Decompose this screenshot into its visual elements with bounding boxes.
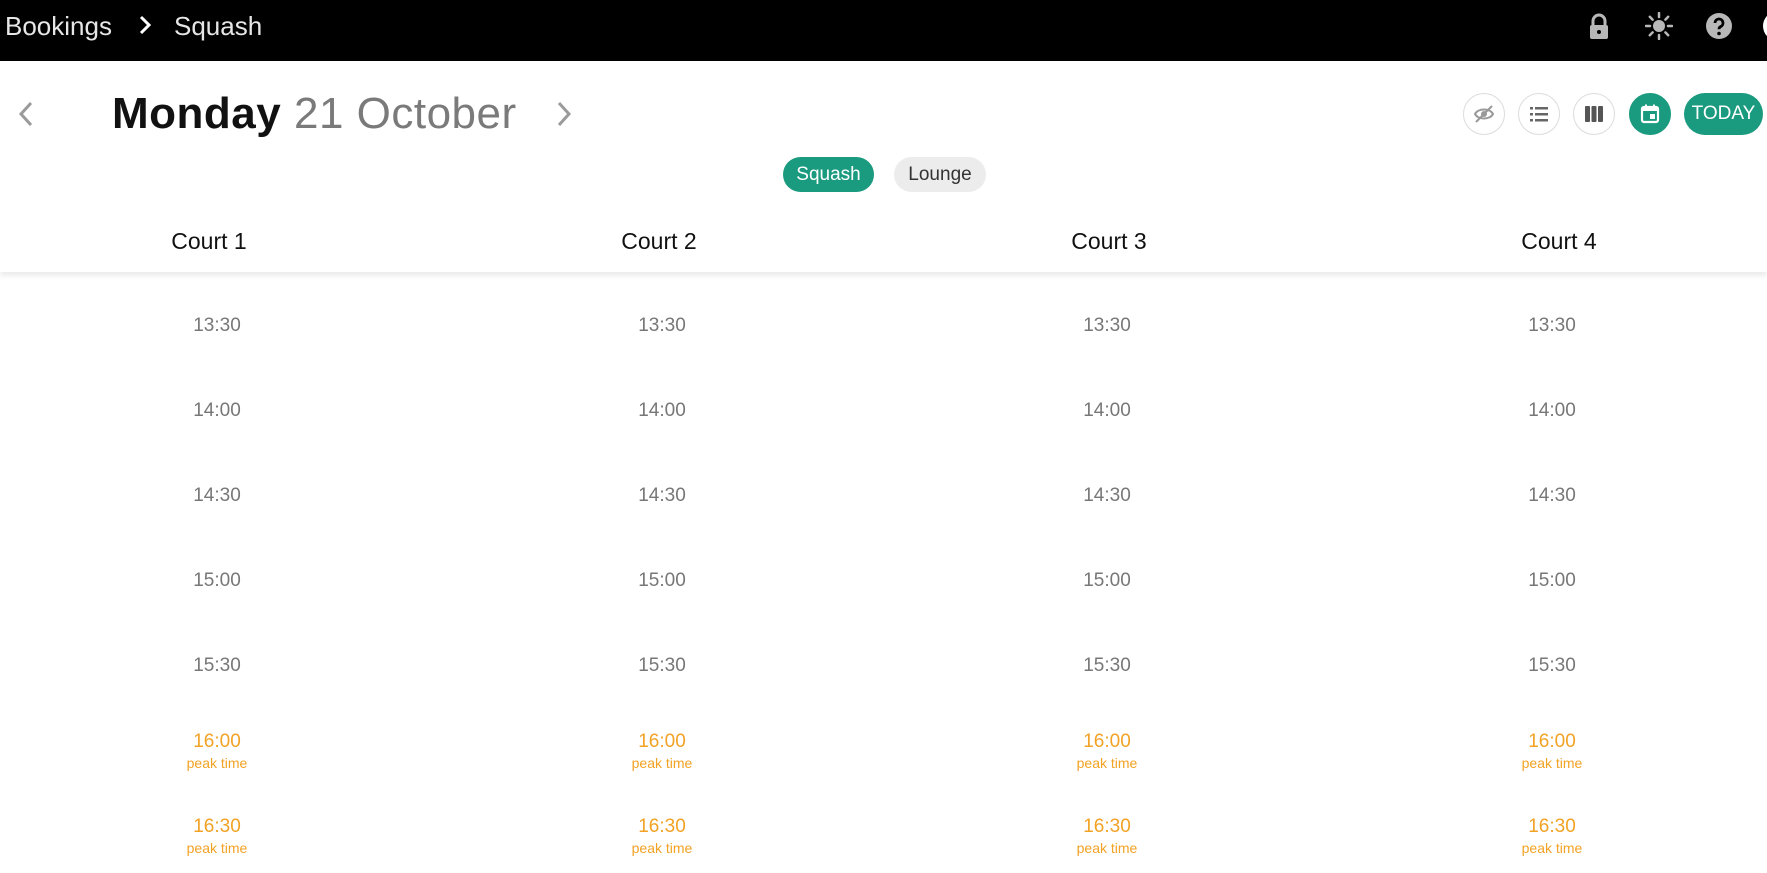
time-slot[interactable]: 15:30: [117, 654, 317, 678]
time-slot[interactable]: 14:00: [562, 399, 762, 423]
slot-time: 14:00: [193, 400, 241, 421]
time-slot[interactable]: 16:00 peak time: [1452, 730, 1652, 772]
list-view-icon: [1530, 107, 1548, 122]
time-slot[interactable]: 14:30: [117, 484, 317, 508]
slot-time: 16:00: [1083, 731, 1131, 752]
time-slot[interactable]: 15:30: [1452, 654, 1652, 678]
peak-time-label: peak time: [631, 755, 693, 771]
slot-time: 14:00: [1083, 400, 1131, 421]
time-slot[interactable]: 13:30: [562, 314, 762, 338]
time-slot[interactable]: 13:30: [117, 314, 317, 338]
time-slot[interactable]: 16:00 peak time: [1007, 730, 1207, 772]
time-slot[interactable]: 16:00 peak time: [117, 730, 317, 772]
time-slot[interactable]: 16:30 peak time: [1007, 815, 1207, 857]
time-slot[interactable]: 14:00: [117, 399, 317, 423]
court-header: Court 4: [1521, 228, 1597, 254]
time-slot[interactable]: 16:00 peak time: [562, 730, 762, 772]
slot-time: 14:30: [638, 485, 686, 506]
peak-time-label: peak time: [1076, 755, 1138, 771]
peak-time-label: peak time: [1521, 755, 1583, 771]
help-icon[interactable]: [1705, 12, 1733, 40]
time-slot[interactable]: 14:00: [1007, 399, 1207, 423]
time-slot[interactable]: 14:30: [1452, 484, 1652, 508]
theme-sun-icon[interactable]: [1645, 12, 1673, 40]
title-day: Monday: [112, 89, 282, 138]
slot-time: 14:00: [638, 400, 686, 421]
time-slot[interactable]: 13:30: [1452, 314, 1652, 338]
time-slot[interactable]: 15:30: [1007, 654, 1207, 678]
time-slot[interactable]: 15:00: [117, 569, 317, 593]
slot-time: 16:00: [193, 731, 241, 752]
slot-time: 13:30: [638, 315, 686, 336]
court-header: Court 1: [171, 228, 247, 254]
time-slot[interactable]: 16:30 peak time: [1452, 815, 1652, 857]
time-slot[interactable]: 15:30: [562, 654, 762, 678]
slot-time: 16:00: [1528, 731, 1576, 752]
slot-time: 15:00: [1528, 570, 1576, 591]
slot-time: 15:30: [638, 655, 686, 676]
columns-view-button[interactable]: [1573, 93, 1615, 135]
peak-time-label: peak time: [186, 755, 248, 771]
slot-time: 16:00: [638, 731, 686, 752]
slot-time: 15:00: [193, 570, 241, 591]
list-view-button[interactable]: [1518, 93, 1560, 135]
slot-time: 14:30: [1083, 485, 1131, 506]
slot-time: 14:30: [1528, 485, 1576, 506]
title-date: 21 October: [293, 89, 517, 138]
slot-time: 13:30: [1083, 315, 1131, 336]
page-title: Monday 21 October: [112, 88, 517, 140]
avatar[interactable]: [1763, 12, 1767, 40]
columns-view-icon: [1585, 106, 1603, 122]
slot-time: 16:30: [193, 816, 241, 837]
time-slot[interactable]: 15:00: [562, 569, 762, 593]
slot-time: 15:00: [638, 570, 686, 591]
time-slot[interactable]: 13:30: [1007, 314, 1207, 338]
chevron-right-icon: [139, 15, 152, 35]
breadcrumb-bookings[interactable]: Bookings: [5, 10, 112, 42]
court-header-row: Court 1 Court 2 Court 3 Court 4: [0, 222, 1767, 272]
slot-time: 14:30: [193, 485, 241, 506]
slot-time: 16:30: [1528, 816, 1576, 837]
today-button[interactable]: TODAY: [1684, 93, 1763, 135]
filter-chip-squash[interactable]: Squash: [783, 157, 874, 192]
slot-time: 16:30: [1083, 816, 1131, 837]
peak-time-label: peak time: [631, 840, 693, 856]
time-slot[interactable]: 16:30 peak time: [562, 815, 762, 857]
time-slot[interactable]: 15:00: [1007, 569, 1207, 593]
lock-icon[interactable]: [1585, 12, 1613, 40]
slot-time: 14:00: [1528, 400, 1576, 421]
slot-time: 16:30: [638, 816, 686, 837]
previous-day-arrow-icon[interactable]: [16, 99, 36, 129]
calendar-view-button[interactable]: [1629, 93, 1671, 135]
next-day-arrow-icon[interactable]: [554, 99, 574, 129]
hide-toggle-button[interactable]: [1463, 93, 1505, 135]
top-bar: Bookings Squash: [0, 0, 1767, 61]
slot-time: 13:30: [193, 315, 241, 336]
breadcrumb-squash: Squash: [174, 11, 263, 41]
slot-time: 15:30: [193, 655, 241, 676]
court-header: Court 2: [621, 228, 697, 254]
time-slot[interactable]: 14:30: [562, 484, 762, 508]
slot-time: 15:00: [1083, 570, 1131, 591]
slot-time: 13:30: [1528, 315, 1576, 336]
time-slot[interactable]: 14:30: [1007, 484, 1207, 508]
time-slot[interactable]: 15:00: [1452, 569, 1652, 593]
eye-off-icon: [1473, 105, 1495, 123]
time-slot[interactable]: 14:00: [1452, 399, 1652, 423]
slot-time: 15:30: [1083, 655, 1131, 676]
court-header: Court 3: [1071, 228, 1147, 254]
peak-time-label: peak time: [186, 840, 248, 856]
time-slot[interactable]: 16:30 peak time: [117, 815, 317, 857]
peak-time-label: peak time: [1521, 840, 1583, 856]
slot-time: 15:30: [1528, 655, 1576, 676]
filter-chip-lounge[interactable]: Lounge: [894, 157, 986, 192]
peak-time-label: peak time: [1076, 840, 1138, 856]
calendar-icon: [1640, 104, 1660, 124]
